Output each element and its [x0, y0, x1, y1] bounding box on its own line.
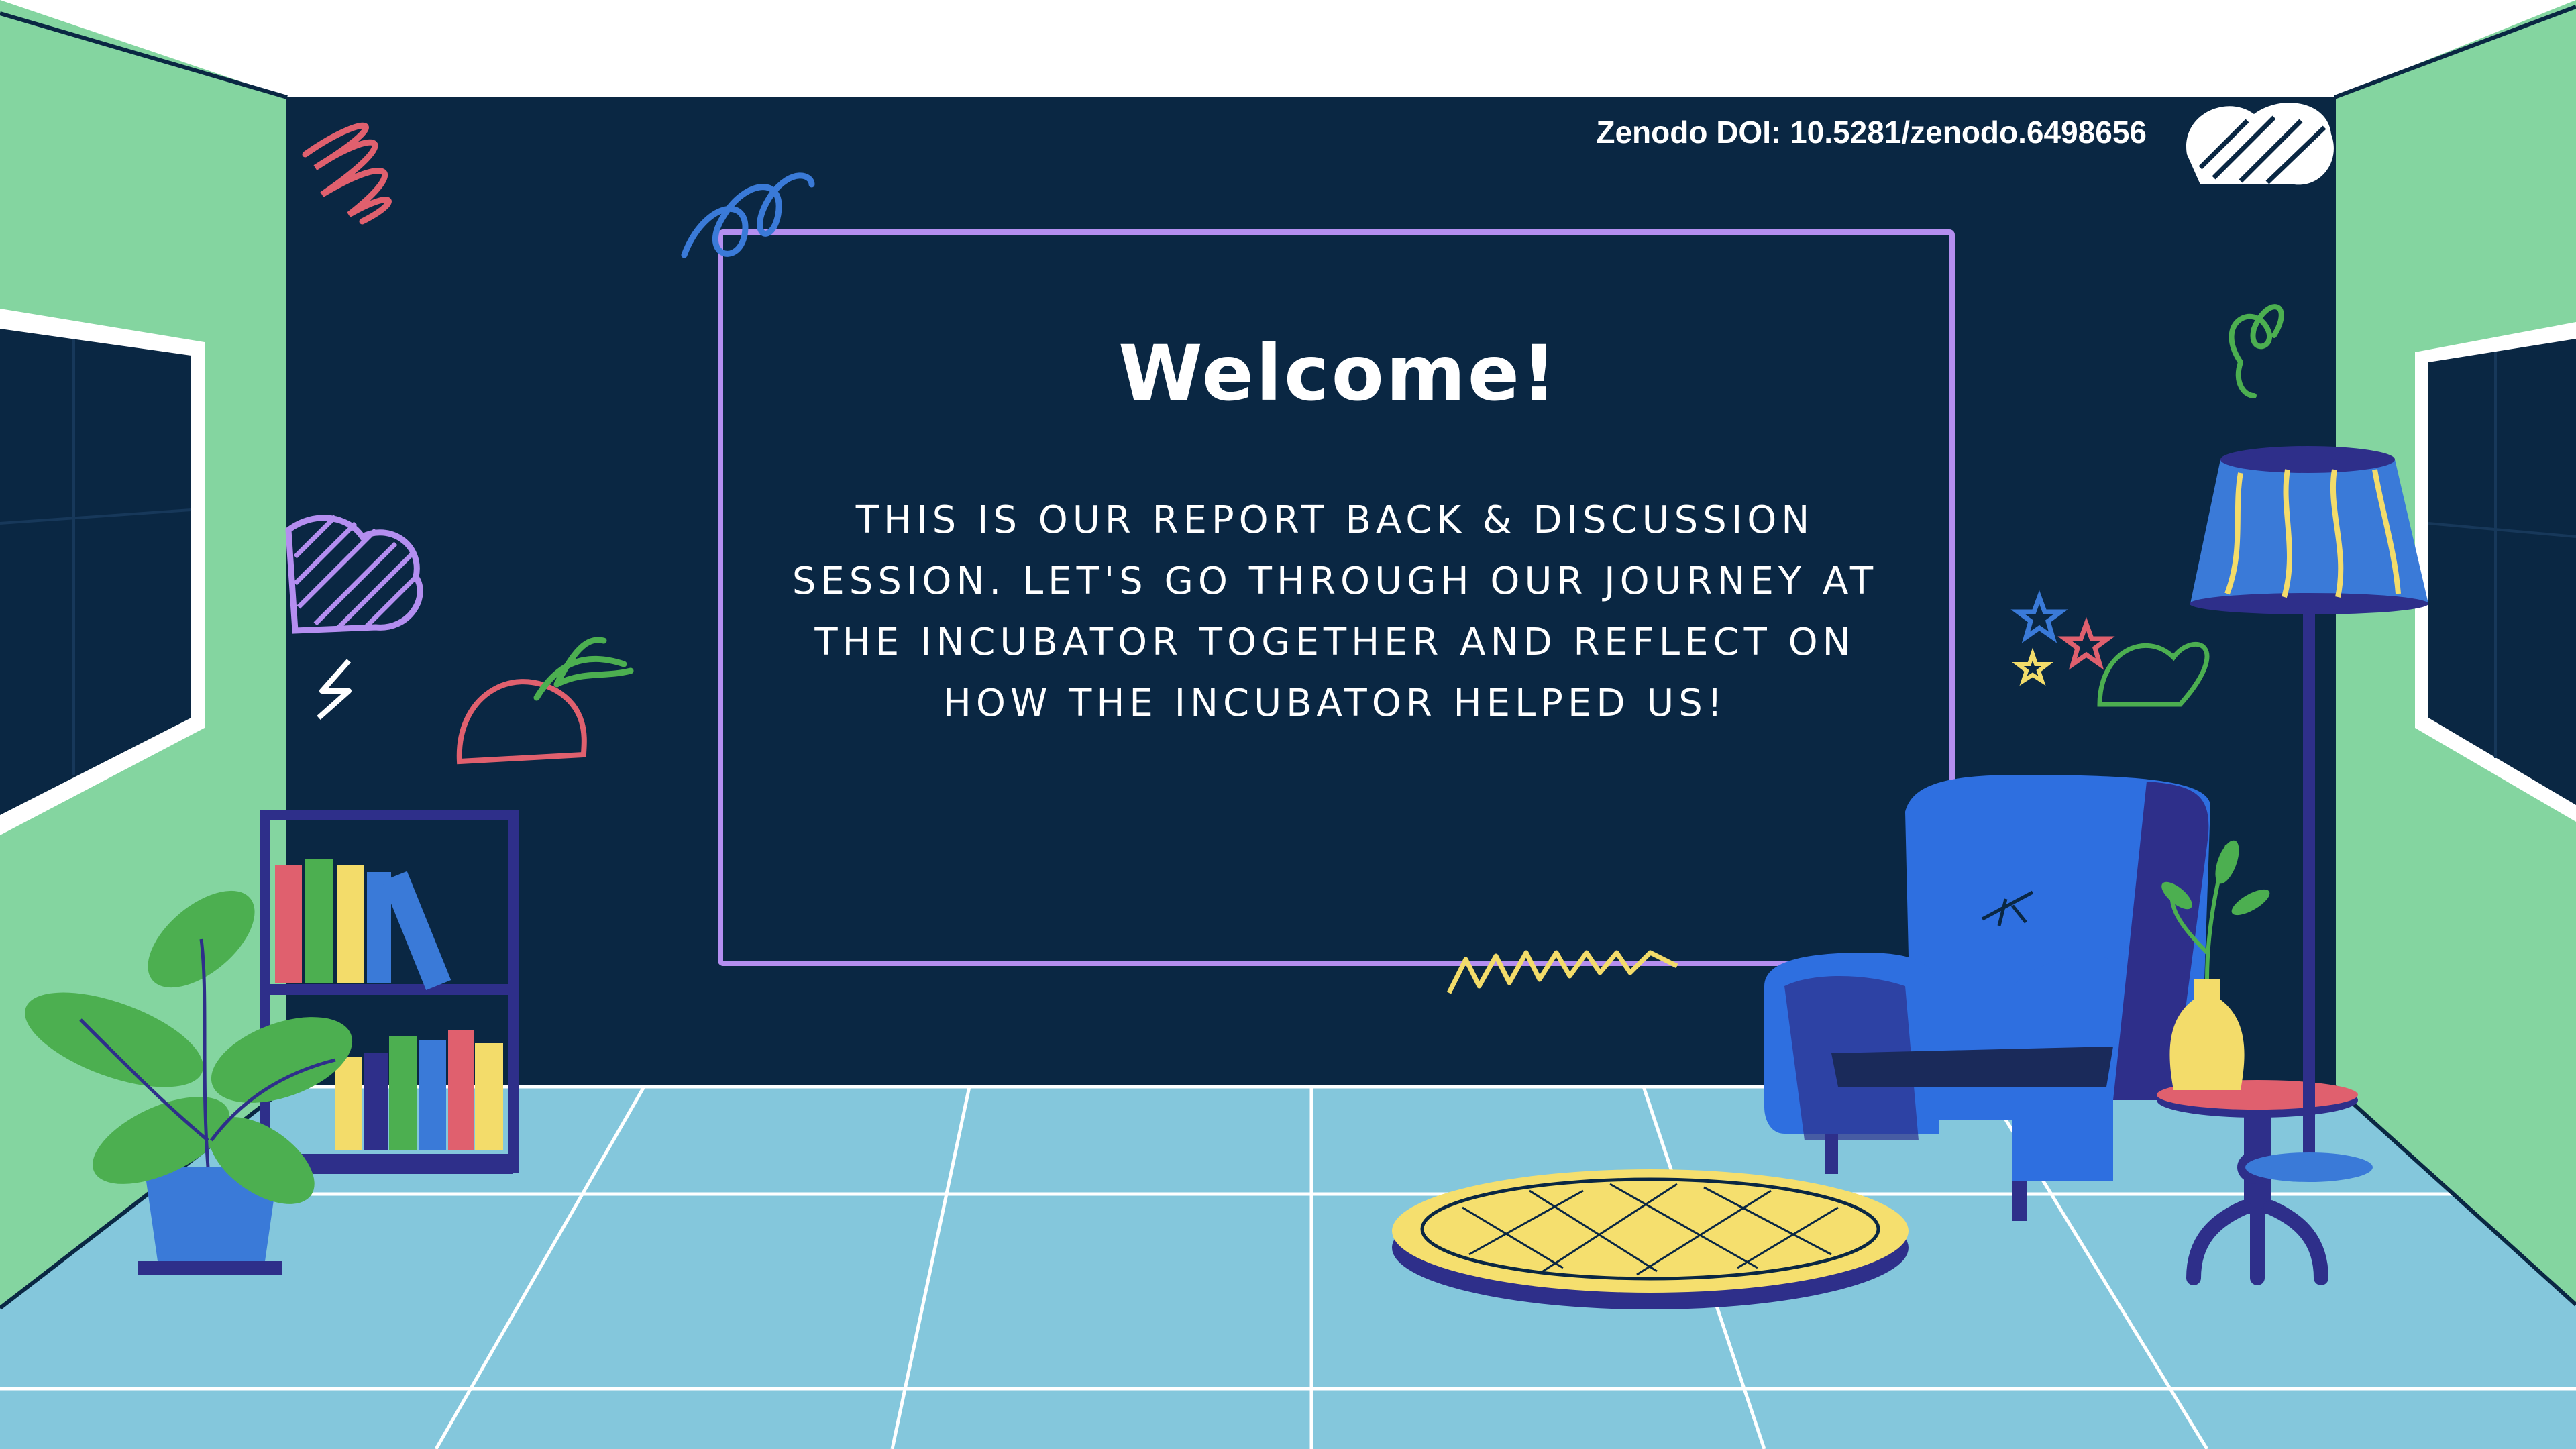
welcome-message-line: THE INCUBATOR TOGETHER AND REFLECT ON: [814, 621, 1856, 664]
ceiling: [0, 0, 2576, 97]
welcome-message: THIS IS OUR REPORT BACK & DISCUSSION SES…: [792, 490, 1878, 734]
welcome-message-line: THIS IS OUR REPORT BACK & DISCUSSION: [855, 498, 1815, 542]
welcome-message-line: SESSION. LET'S GO THROUGH OUR JOURNEY AT: [792, 559, 1878, 603]
welcome-message-line: HOW THE INCUBATOR HELPED US!: [943, 682, 1727, 725]
rug-icon: [1392, 1169, 1909, 1309]
doi-label: Zenodo DOI: 10.5281/zenodo.6498656: [1596, 115, 2147, 150]
cloud-doodle-icon: [2186, 103, 2334, 185]
welcome-title: Welcome!: [1118, 329, 1559, 418]
